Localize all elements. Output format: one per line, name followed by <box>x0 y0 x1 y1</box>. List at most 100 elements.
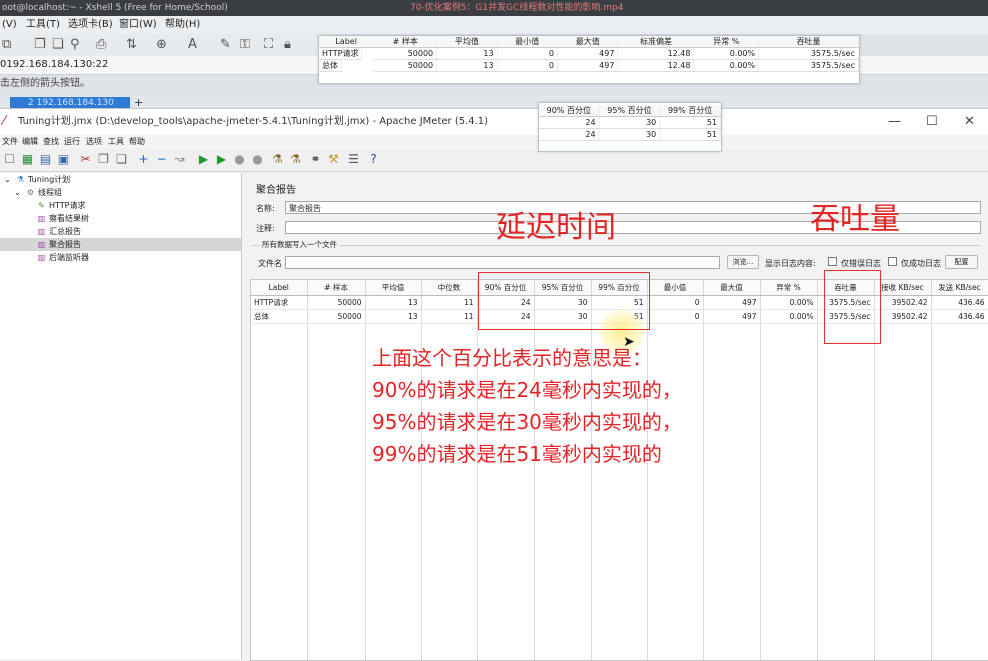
success-only-checkbox[interactable] <box>888 257 897 266</box>
collapse-icon[interactable]: − <box>154 152 169 167</box>
menu-tabs[interactable]: 选项卡(B) <box>68 16 113 34</box>
explanation-line-2: 90%的请求是在24毫秒内实现的， <box>372 378 682 402</box>
tree-node-http-request[interactable]: ✎ HTTP请求 <box>36 199 85 212</box>
tree-node-aggregate-report[interactable]: ▥ 聚合报告 <box>0 238 241 251</box>
clear-icon[interactable]: ⚗ <box>270 152 285 167</box>
col-header-median[interactable]: 中位数 <box>421 280 478 296</box>
column-divider <box>703 296 704 660</box>
shutdown-icon[interactable]: ● <box>250 152 265 167</box>
col-header-received[interactable]: 接收 KB/sec <box>874 280 932 296</box>
explanation-line-4: 99%的请求是在51毫秒内实现的 <box>372 442 662 466</box>
new-icon[interactable]: ☐ <box>2 152 17 167</box>
filename-label: 文件名 <box>258 259 282 268</box>
col-header-label[interactable]: Label <box>251 280 308 296</box>
paste-icon[interactable]: ❏ <box>52 37 64 52</box>
menu-file[interactable]: 文件 <box>2 135 18 149</box>
overlay-header-row: 90% 百分位 95% 百分位 99% 百分位 <box>539 105 721 117</box>
globe-icon[interactable]: ⊕ <box>156 37 167 52</box>
binoculars-icon[interactable]: ⚭ <box>308 152 323 167</box>
throughput-highlight-box <box>824 270 881 344</box>
copy-icon[interactable]: ❐ <box>34 37 46 52</box>
column-divider <box>931 296 932 660</box>
xshell-toolbar: ⧉ ❐ ❏ ⚲ ⎙ ⇅ ⊕ A ✎ ⚿ ⛶ 🔒︎ <box>0 34 330 57</box>
xshell-menu-bar: (V) 工具(T) 选项卡(B) 窗口(W) 帮助(H) <box>0 16 988 34</box>
chevron-down-icon[interactable]: ⌄ <box>2 173 13 186</box>
chart-icon: ▥ <box>37 253 46 262</box>
hint-text: 击左侧的箭头按钮。 <box>0 78 90 89</box>
fullscreen-icon[interactable]: ⛶ <box>264 37 273 52</box>
session-icon[interactable]: ⧉ <box>2 37 11 52</box>
latency-highlight-box <box>478 272 650 330</box>
errors-only-label: 仅错误日志 <box>841 259 881 268</box>
tree-node-view-results-tree[interactable]: ▥ 察看结果树 <box>36 212 89 225</box>
search-icon[interactable]: ⚲ <box>70 37 80 52</box>
menu-tools[interactable]: 工具(T) <box>26 16 60 34</box>
chart-icon: ▥ <box>37 240 46 249</box>
cut-icon[interactable]: ✂ <box>78 152 93 167</box>
key-icon[interactable]: ⚿ <box>240 37 250 52</box>
configure-button[interactable]: 配置 <box>945 255 978 269</box>
col-header-min[interactable]: 最小值 <box>647 280 704 296</box>
clear-all-icon[interactable]: ⚗ <box>288 152 303 167</box>
browse-button[interactable]: 浏览... <box>727 255 759 269</box>
templates-icon[interactable]: ▦ <box>20 152 35 167</box>
stop-icon[interactable]: ● <box>232 152 247 167</box>
log-content-label: 显示日志内容: <box>765 259 816 268</box>
panel-title: 聚合报告 <box>256 185 296 196</box>
menu-run[interactable]: 运行 <box>64 135 80 149</box>
menu-edit[interactable]: 编辑 <box>22 135 38 149</box>
tree-node-thread-group[interactable]: ⌄ ⚙ 线程组 <box>12 186 62 199</box>
font-icon[interactable]: A <box>188 37 197 52</box>
tree-node-backend-listener[interactable]: ▥ 后端监听器 <box>36 251 89 264</box>
script-icon[interactable]: ✎ <box>220 37 231 52</box>
close-button[interactable]: ✕ <box>964 109 975 135</box>
maximize-button[interactable]: ☐ <box>926 109 938 135</box>
col-header-error[interactable]: 异常 % <box>760 280 818 296</box>
menu-help[interactable]: 帮助(H) <box>165 16 200 34</box>
overlay-header-row: Label # 样本 平均值 最小值 最大值 标准偏差 异常 % 吞吐量 <box>319 36 859 48</box>
function-helper-icon[interactable]: ☰ <box>346 152 361 167</box>
column-divider <box>760 296 761 660</box>
paste-icon[interactable]: ❏ <box>114 152 129 167</box>
tree-node-summary-report[interactable]: ▥ 汇总报告 <box>36 225 81 238</box>
column-divider <box>817 296 818 660</box>
expand-icon[interactable]: + <box>136 152 151 167</box>
window-title: Tuning计划.jmx (D:\develop_tools\apache-jm… <box>18 116 489 127</box>
save-icon[interactable]: ▣ <box>56 152 71 167</box>
overlay-percentile-table: 90% 百分位 95% 百分位 99% 百分位 24 30 51 24 30 5… <box>538 102 722 152</box>
gear-icon: ⚙ <box>26 188 35 197</box>
col-header-max[interactable]: 最大值 <box>703 280 761 296</box>
menu-view[interactable]: (V) <box>2 16 17 34</box>
col-header-samples[interactable]: # 样本 <box>307 280 366 296</box>
column-divider <box>307 296 308 660</box>
filename-input[interactable] <box>285 256 720 269</box>
col-header-average[interactable]: 平均值 <box>365 280 422 296</box>
tree-node-test-plan[interactable]: ⌄ ⚗ Tuning计划 <box>2 173 70 186</box>
broom-icon[interactable]: ⚒ <box>326 152 341 167</box>
help-icon[interactable]: ? <box>366 152 381 167</box>
toggle-icon[interactable]: ↝ <box>172 152 187 167</box>
menu-window[interactable]: 窗口(W) <box>119 16 157 34</box>
menu-options[interactable]: 选项 <box>86 135 102 149</box>
menu-search[interactable]: 查找 <box>43 135 59 149</box>
copy-icon[interactable]: ❐ <box>96 152 111 167</box>
column-divider <box>365 296 366 660</box>
print-icon[interactable]: ⎙ <box>96 37 106 52</box>
open-icon[interactable]: ▤ <box>38 152 53 167</box>
chevron-down-icon[interactable]: ⌄ <box>12 186 23 199</box>
latency-annotation: 延迟时间 <box>496 210 616 245</box>
menu-tools[interactable]: 工具 <box>108 135 124 149</box>
lock-icon[interactable]: 🔒︎ <box>284 37 291 52</box>
errors-only-checkbox[interactable] <box>828 257 837 266</box>
write-all-label: 所有数据写入一个文件 <box>260 239 339 250</box>
transfer-icon[interactable]: ⇅ <box>126 37 137 52</box>
col-header-sent[interactable]: 发送 KB/sec <box>931 280 988 296</box>
start-no-pauses-icon[interactable]: ▶ <box>214 152 229 167</box>
explanation-line-3: 95%的请求是在30毫秒内实现的， <box>372 410 682 434</box>
overlay-row: 24 30 51 <box>539 116 721 129</box>
overlay-row: 总体 50000 13 0 497 12.48 0.00% 3575.5/sec <box>319 59 859 72</box>
test-plan-tree: ⌄ ⚗ Tuning计划 ⌄ ⚙ 线程组 ✎ HTTP请求 ▥ 察看结果树 ▥ 汇总报告 ▥ 聚… <box>0 173 242 659</box>
menu-help[interactable]: 帮助 <box>129 135 145 149</box>
start-icon[interactable]: ▶ <box>196 152 211 167</box>
minimize-button[interactable]: — <box>888 109 901 135</box>
